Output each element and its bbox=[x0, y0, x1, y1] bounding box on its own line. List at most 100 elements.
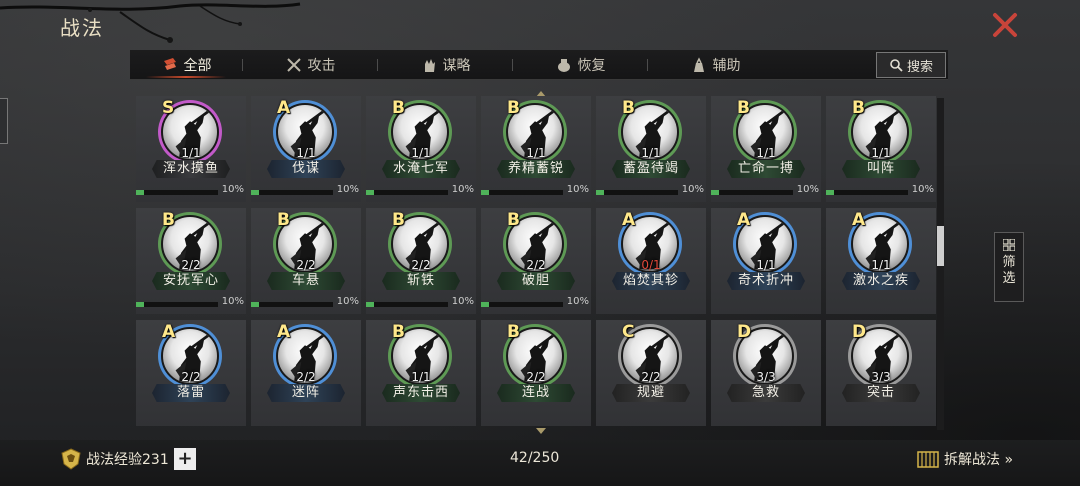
tactic-card[interactable]: A 1/1 奇术折冲 bbox=[711, 208, 821, 314]
tactic-name: 伐谋 bbox=[267, 160, 345, 178]
dismantle-label: 拆解战法 » bbox=[944, 452, 1014, 468]
tab-strategy[interactable]: 谋略 bbox=[378, 50, 512, 80]
tab-attack[interactable]: 攻击 bbox=[243, 50, 377, 80]
tactic-progress-bar bbox=[596, 190, 678, 195]
tactic-grid: S 1/1 浑水摸鱼 10% A 1/1 伐谋 10% B 1/1 水淹七军 10% B 1/1 养精蓄锐 1… bbox=[136, 96, 938, 426]
side-panel-handle[interactable] bbox=[0, 98, 8, 144]
tactic-grade: A bbox=[277, 98, 291, 118]
tactic-grade: B bbox=[852, 98, 865, 118]
tactic-progress-bar bbox=[136, 190, 218, 195]
tactic-progress-fill bbox=[481, 302, 490, 307]
tactic-card[interactable]: B 1/1 水淹七军 10% bbox=[366, 96, 476, 202]
tactic-card[interactable]: A 2/2 落雷 bbox=[136, 320, 246, 426]
tactic-grade: B bbox=[392, 322, 405, 342]
tab-label: 攻击 bbox=[307, 57, 336, 74]
tactic-progress-label: 10% bbox=[451, 184, 474, 195]
tactic-card[interactable]: B 2/2 破胆 10% bbox=[481, 208, 591, 314]
tactic-progress-bar bbox=[711, 190, 793, 195]
page-title: 战法 bbox=[60, 16, 104, 40]
scrollbar-thumb[interactable] bbox=[937, 226, 944, 266]
tactic-name: 声东击西 bbox=[382, 384, 460, 402]
tactic-name: 落雷 bbox=[152, 384, 230, 402]
tactic-card[interactable]: A 0/1 焰焚其轸 bbox=[596, 208, 706, 314]
scrollbar[interactable] bbox=[937, 98, 944, 430]
tactic-card[interactable]: B 1/1 养精蓄锐 10% bbox=[481, 96, 591, 202]
tactic-name: 安抚军心 bbox=[152, 272, 230, 290]
tactic-card[interactable]: B 2/2 斩铁 10% bbox=[366, 208, 476, 314]
add-exp-button[interactable]: + bbox=[174, 448, 196, 470]
tab-support[interactable]: 辅助 bbox=[648, 50, 782, 80]
tactic-card[interactable]: D 3/3 突击 bbox=[826, 320, 936, 426]
tactic-card[interactable]: A 1/1 激水之疾 bbox=[826, 208, 936, 314]
tactic-count: 1/1 bbox=[526, 146, 546, 160]
tactic-name: 激水之疾 bbox=[842, 272, 920, 290]
tactic-card[interactable]: B 2/2 车悬 10% bbox=[251, 208, 361, 314]
tactic-progress-label: 10% bbox=[221, 296, 244, 307]
tactic-progress-fill bbox=[826, 190, 835, 195]
tactic-grade: B bbox=[277, 210, 290, 230]
tactic-card[interactable]: B 1/1 声东击西 bbox=[366, 320, 476, 426]
tactic-count: 2/2 bbox=[296, 258, 316, 272]
tactic-progress-fill bbox=[596, 190, 605, 195]
tactic-card[interactable]: B 1/1 叫阵 10% bbox=[826, 96, 936, 202]
dismantle-icon bbox=[917, 451, 939, 468]
tactic-count: 1/1 bbox=[756, 258, 776, 272]
tab-label: 恢复 bbox=[577, 57, 606, 74]
tactic-name: 破胆 bbox=[497, 272, 575, 290]
tactic-progress-fill bbox=[366, 190, 375, 195]
tactic-grade: B bbox=[162, 210, 175, 230]
dismantle-tactics-button[interactable]: 拆解战法 » bbox=[916, 448, 1013, 470]
tactic-progress-label: 10% bbox=[681, 184, 704, 195]
tactic-progress-label: 10% bbox=[221, 184, 244, 195]
tactic-grade: C bbox=[622, 322, 635, 342]
tactic-card[interactable]: C 2/2 规避 bbox=[596, 320, 706, 426]
tab-label: 全部 bbox=[183, 57, 212, 74]
tactic-count: 1/1 bbox=[871, 258, 891, 272]
tactic-progress-fill bbox=[136, 190, 145, 195]
tab-recovery[interactable]: 恢复 bbox=[513, 50, 647, 80]
scroll-icon bbox=[163, 57, 176, 70]
filter-button[interactable]: 筛 选 bbox=[994, 232, 1024, 302]
tactic-count: 3/3 bbox=[756, 370, 776, 384]
tactic-progress-bar bbox=[481, 190, 563, 195]
tactic-progress-bar bbox=[366, 190, 448, 195]
tactic-count: 1/1 bbox=[411, 146, 431, 160]
tactic-card[interactable]: D 3/3 急救 bbox=[711, 320, 821, 426]
tactic-progress-fill bbox=[136, 302, 145, 307]
tactic-card[interactable]: S 1/1 浑水摸鱼 10% bbox=[136, 96, 246, 202]
tactic-count: 2/2 bbox=[641, 370, 661, 384]
tactic-count: 2/2 bbox=[296, 370, 316, 384]
tactic-count: 2/2 bbox=[181, 370, 201, 384]
pot-icon bbox=[557, 58, 570, 72]
tactic-grade: B bbox=[507, 322, 520, 342]
close-button[interactable] bbox=[990, 12, 1020, 38]
tactic-progress-label: 10% bbox=[451, 296, 474, 307]
tactic-name: 连战 bbox=[497, 384, 575, 402]
tactic-card[interactable]: B 2/2 连战 bbox=[481, 320, 591, 426]
search-button[interactable]: 搜索 bbox=[876, 52, 946, 78]
tactic-count: 3/3 bbox=[871, 370, 891, 384]
tactic-card[interactable]: A 2/2 迷阵 bbox=[251, 320, 361, 426]
tactic-grade: A bbox=[162, 322, 176, 342]
tactic-name: 浑水摸鱼 bbox=[152, 160, 230, 178]
tactic-card[interactable]: B 1/1 蓄盈待竭 10% bbox=[596, 96, 706, 202]
tactic-name: 奇术折冲 bbox=[727, 272, 805, 290]
tactic-progress-fill bbox=[366, 302, 375, 307]
category-tabbar: 全部 攻击 谋略 恢复 辅助 搜索 bbox=[130, 50, 948, 80]
tactic-card[interactable]: B 2/2 安抚军心 10% bbox=[136, 208, 246, 314]
tactic-progress-bar bbox=[481, 302, 563, 307]
tab-all[interactable]: 全部 bbox=[130, 50, 242, 80]
tactic-count: 1/1 bbox=[411, 370, 431, 384]
tactic-progress-bar bbox=[251, 302, 333, 307]
bag-icon bbox=[693, 56, 704, 72]
tactic-name: 养精蓄锐 bbox=[497, 160, 575, 178]
tactic-name: 斩铁 bbox=[382, 272, 460, 290]
scroll-down-arrow-icon bbox=[536, 428, 546, 434]
tactic-exp: 战法经验231 bbox=[60, 448, 169, 470]
tactic-card[interactable]: A 1/1 伐谋 10% bbox=[251, 96, 361, 202]
tactic-name: 焰焚其轸 bbox=[612, 272, 690, 290]
tactic-name: 车悬 bbox=[267, 272, 345, 290]
tactic-grade: B bbox=[622, 98, 635, 118]
tactic-name: 叫阵 bbox=[842, 160, 920, 178]
tactic-card[interactable]: B 1/1 亡命一搏 10% bbox=[711, 96, 821, 202]
